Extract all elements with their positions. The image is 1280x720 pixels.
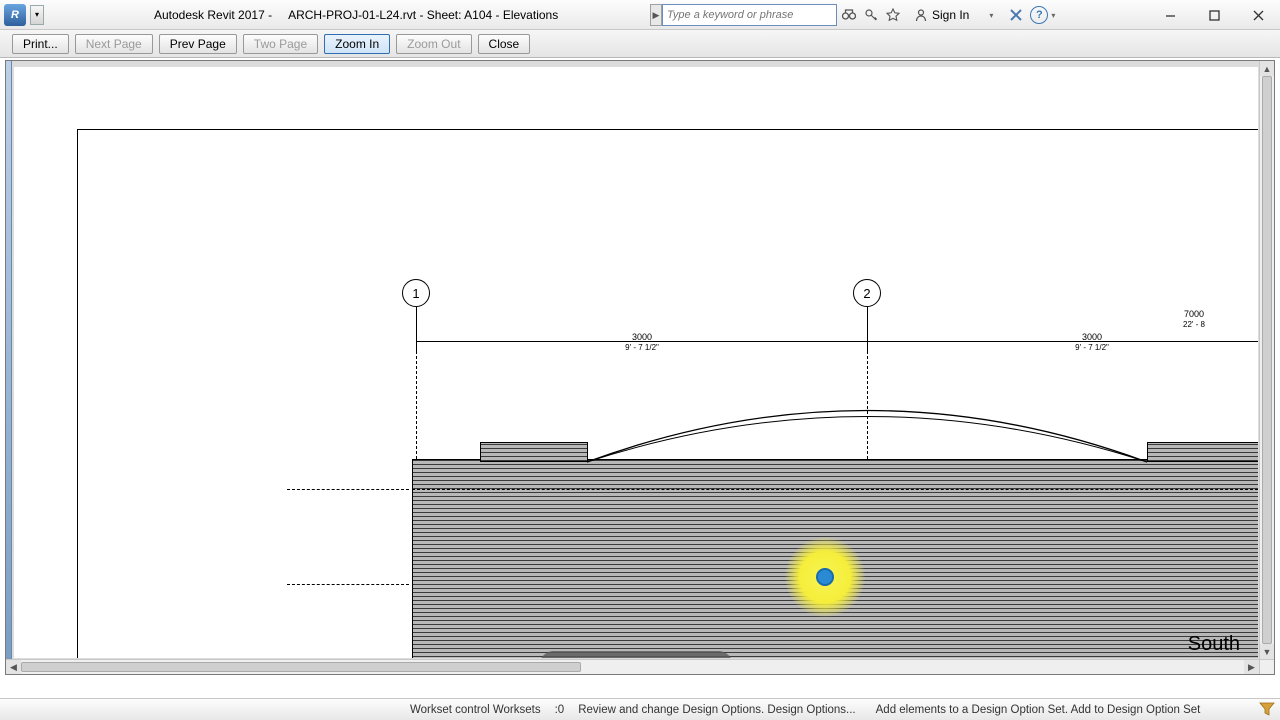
dim-seg2-value: 3000 [1082, 332, 1102, 342]
search-expand-icon[interactable]: ▶ [650, 4, 662, 26]
status-bar: Workset control Worksets :0 Review and c… [0, 698, 1280, 720]
signin-button[interactable]: Sign In ▾ [909, 4, 998, 26]
zoom-in-button[interactable]: Zoom In [324, 34, 390, 54]
parapet-right [1147, 442, 1258, 462]
cursor-dot-icon [816, 568, 834, 586]
minimize-button[interactable] [1148, 0, 1192, 30]
signin-label: Sign In [932, 8, 969, 22]
document-name: ARCH-PROJ-01-L24.rvt - Sheet: A104 - Ele… [288, 8, 558, 22]
paper-area[interactable]: 1 2 7000 22' - 8 3000 9' - 7 1/2" 3000 9… [14, 67, 1258, 658]
app-name: Autodesk Revit 2017 - [154, 8, 272, 22]
signin-caret-icon: ▾ [989, 11, 993, 20]
dim-witness-1 [416, 307, 417, 351]
zoom-out-button[interactable]: Zoom Out [396, 34, 471, 54]
app-menu-dropdown[interactable]: ▾ [30, 5, 44, 25]
app-logo-icon[interactable]: R [4, 4, 26, 26]
status-workset[interactable]: Workset control Worksets [400, 704, 551, 716]
scroll-up-icon[interactable]: ▲ [1260, 61, 1274, 76]
grid-bubble-2: 2 [853, 279, 881, 307]
window-controls [1148, 0, 1280, 30]
view-name-label: South [1188, 633, 1240, 656]
print-button[interactable]: Print... [12, 34, 69, 54]
search-binoculars-icon[interactable] [837, 4, 859, 26]
search-group: ▶ Sign In ▾ ? ▾ [650, 3, 1055, 27]
window-title: Autodesk Revit 2017 - ARCH-PROJ-01-L24.r… [154, 8, 558, 22]
search-input[interactable] [662, 4, 837, 26]
star-icon[interactable] [881, 4, 903, 26]
two-page-button[interactable]: Two Page [243, 34, 318, 54]
hscroll-thumb[interactable] [21, 662, 581, 672]
scroll-down-icon[interactable]: ▼ [1260, 644, 1274, 659]
dim-overall-value: 7000 [1184, 309, 1204, 319]
scroll-left-icon[interactable]: ◀ [6, 660, 21, 674]
dim-seg1-value: 3000 [632, 332, 652, 342]
watermark-label: www.CADclips.com [540, 651, 733, 658]
left-panel-strip[interactable] [6, 61, 12, 674]
exchange-apps-icon[interactable] [1004, 4, 1026, 26]
cursor-highlight-icon [785, 537, 865, 617]
title-bar: R ▾ Autodesk Revit 2017 - ARCH-PROJ-01-L… [0, 0, 1280, 30]
maximize-button[interactable] [1192, 0, 1236, 30]
close-button[interactable] [1236, 0, 1280, 30]
status-add-to-option-set[interactable]: Add elements to a Design Option Set. Add… [866, 704, 1211, 716]
level-line-b [287, 584, 409, 585]
print-preview-toolbar: Print... Next Page Prev Page Two Page Zo… [0, 30, 1280, 58]
prev-page-button[interactable]: Prev Page [159, 34, 237, 54]
grid-bubble-1: 1 [402, 279, 430, 307]
vertical-scrollbar[interactable]: ▲ ▼ [1259, 61, 1274, 659]
help-button[interactable]: ? ▾ [1030, 6, 1055, 24]
dim-overall-feet: 22' - 8 [1183, 320, 1205, 329]
key-icon[interactable] [859, 4, 881, 26]
next-page-button[interactable]: Next Page [75, 34, 153, 54]
dim-line-segments [416, 341, 1258, 342]
dim-witness-2 [867, 307, 868, 351]
scroll-corner [1259, 659, 1274, 674]
scroll-right-icon[interactable]: ▶ [1244, 660, 1259, 674]
help-icon: ? [1030, 6, 1048, 24]
status-filter-icon[interactable] [1258, 700, 1276, 718]
horizontal-scrollbar[interactable]: ◀ ▶ [6, 659, 1259, 674]
status-design-options[interactable]: Review and change Design Options. Design… [568, 704, 865, 716]
status-count: :0 [551, 704, 569, 716]
close-preview-button[interactable]: Close [478, 34, 531, 54]
parapet-left [480, 442, 588, 462]
wall-band-line [412, 489, 1258, 490]
dim-seg2-feet: 9' - 7 1/2" [1075, 343, 1109, 352]
help-caret-icon: ▾ [1051, 11, 1055, 20]
dim-seg1-feet: 9' - 7 1/2" [625, 343, 659, 352]
preview-viewport: 1 2 7000 22' - 8 3000 9' - 7 1/2" 3000 9… [5, 60, 1275, 675]
level-line-a [287, 489, 409, 490]
vscroll-thumb[interactable] [1262, 76, 1272, 644]
drawing-canvas: 1 2 7000 22' - 8 3000 9' - 7 1/2" 3000 9… [77, 129, 1258, 658]
hscroll-track[interactable] [21, 660, 1244, 674]
curved-roof-icon [587, 399, 1147, 464]
